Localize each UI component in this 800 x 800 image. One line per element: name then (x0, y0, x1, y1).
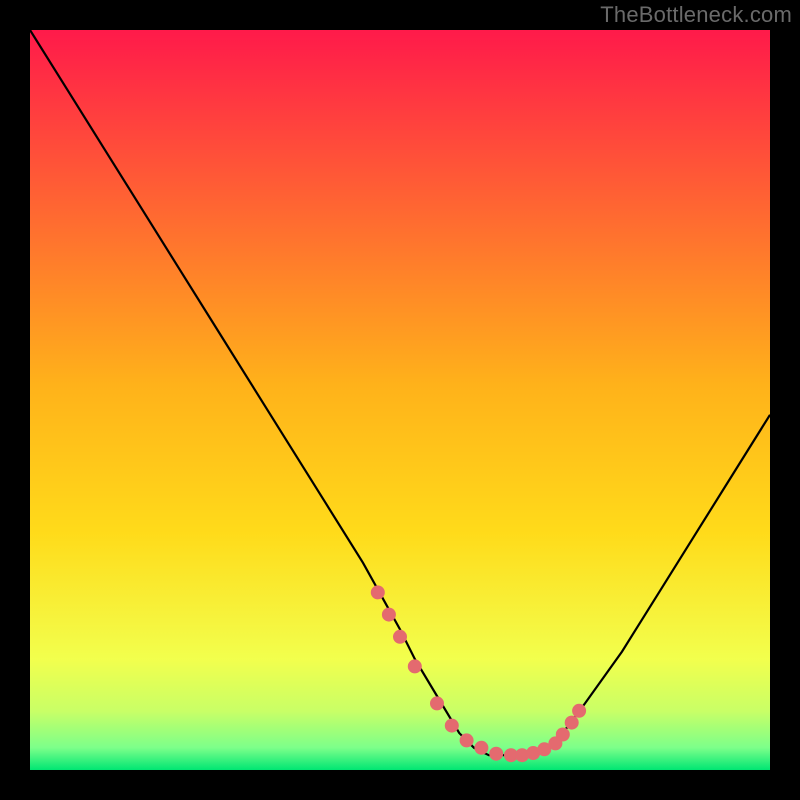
marker-point (572, 704, 586, 718)
marker-point (460, 733, 474, 747)
marker-point (445, 719, 459, 733)
marker-point (408, 659, 422, 673)
plot-svg (30, 30, 770, 770)
chart-frame: TheBottleneck.com (0, 0, 800, 800)
marker-point (430, 696, 444, 710)
gradient-background (30, 30, 770, 770)
watermark-text: TheBottleneck.com (600, 2, 792, 28)
marker-point (371, 585, 385, 599)
marker-point (565, 716, 579, 730)
marker-point (382, 608, 396, 622)
marker-point (489, 747, 503, 761)
plot-area (30, 30, 770, 770)
marker-point (474, 741, 488, 755)
marker-point (556, 728, 570, 742)
marker-point (393, 630, 407, 644)
